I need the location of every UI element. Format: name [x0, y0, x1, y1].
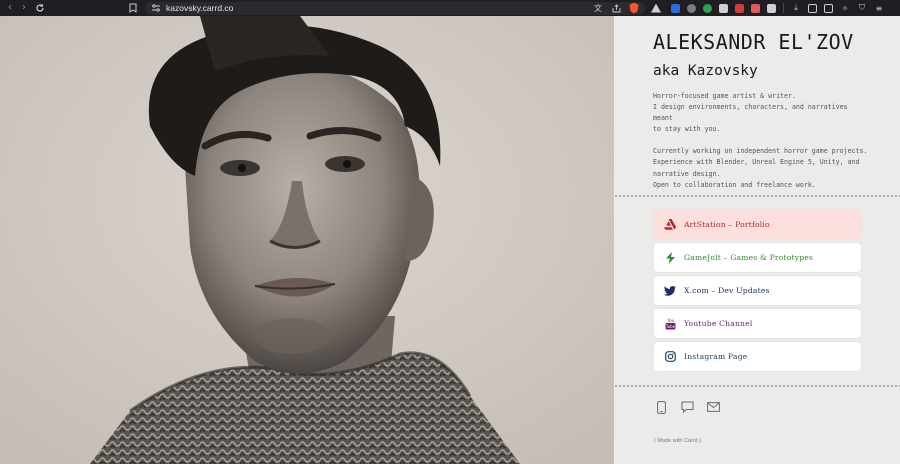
made-with-carrd-link[interactable]: ( Made with Carrd )	[654, 438, 701, 444]
brave-rewards-icon[interactable]	[651, 3, 661, 13]
download-icon[interactable]: ⤓	[791, 3, 801, 13]
link-label: GameJolt – Games & Prototypes	[684, 253, 814, 262]
bookmark-icon[interactable]	[127, 1, 139, 15]
puzzle-extension-icon[interactable]	[719, 3, 728, 13]
x-link-button[interactable]: X.com – Dev Updates	[654, 276, 861, 305]
browser-toolbar: ‹ › kazovsky.carrd.co 文 ⤓ ✧ ⛉ ≡	[0, 0, 900, 16]
link-list: ArtStation – Portfolio GameJolt – Games …	[654, 210, 861, 375]
pdf-extension-icon[interactable]	[751, 3, 760, 13]
gamejolt-link-button[interactable]: GameJolt – Games & Prototypes	[654, 243, 861, 272]
youtube-icon: Tube You	[664, 318, 676, 330]
leo-icon[interactable]: ✧	[840, 3, 850, 13]
vpn-icon[interactable]: ⛉	[857, 3, 867, 13]
link-label: ArtStation – Portfolio	[684, 220, 770, 229]
link-label: X.com – Dev Updates	[684, 286, 770, 295]
work-line: Currently working on independent horror …	[653, 147, 868, 156]
phone-icon[interactable]	[654, 400, 668, 414]
toolbar-divider	[783, 3, 784, 13]
instagram-icon	[664, 351, 676, 363]
profile-photo	[0, 16, 614, 464]
link-label: Instagram Page	[684, 352, 748, 361]
grammar-extension-icon[interactable]	[703, 3, 712, 13]
email-icon[interactable]	[706, 400, 720, 414]
translate-icon[interactable]: 文	[593, 3, 603, 13]
menu-icon[interactable]: ≡	[874, 3, 884, 13]
wallet-icon[interactable]	[824, 3, 833, 13]
bio-line: Horror-focused game artist & writer.	[653, 92, 796, 100]
translate-extension-icon[interactable]	[671, 3, 680, 13]
sidebar-icon[interactable]	[808, 3, 817, 13]
artstation-link-button[interactable]: ArtStation – Portfolio	[654, 210, 861, 239]
contact-icons	[654, 400, 720, 414]
notes-extension-icon[interactable]	[767, 3, 776, 13]
dotted-divider	[614, 385, 900, 387]
work-line: Experience with Blender, Unreal Engine 5…	[653, 158, 860, 167]
link-label: Youtube Channel	[684, 319, 753, 328]
share-icon[interactable]	[611, 3, 621, 13]
bio-line: I design environments, characters, and n…	[653, 103, 848, 123]
dotted-divider	[614, 195, 900, 197]
instagram-link-button[interactable]: Instagram Page	[654, 342, 861, 371]
tune-icon[interactable]	[151, 3, 161, 13]
svg-text:Tube: Tube	[665, 324, 676, 329]
profile-bio: Horror-focused game artist & writer. I d…	[653, 91, 868, 191]
svg-text:You: You	[666, 318, 674, 323]
back-icon[interactable]: ‹	[3, 1, 17, 15]
url-text[interactable]: kazovsky.carrd.co	[166, 3, 233, 13]
profile-alias: aka Kazovsky	[653, 63, 758, 79]
gamejolt-icon	[664, 251, 676, 264]
x-twitter-icon	[664, 285, 676, 297]
forward-icon[interactable]: ›	[17, 1, 31, 15]
youtube-extension-icon[interactable]	[735, 3, 744, 13]
youtube-link-button[interactable]: Tube You Youtube Channel	[654, 309, 861, 338]
brave-shields-icon[interactable]	[629, 2, 639, 14]
message-icon[interactable]	[680, 400, 694, 414]
work-line: narrative design.	[653, 169, 721, 178]
profile-name: ALEKSANDR EL'ZOV	[653, 30, 854, 54]
portrait-image	[0, 16, 614, 464]
artstation-icon	[664, 219, 676, 231]
work-line: Open to collaboration and freelance work…	[653, 180, 816, 189]
bio-line: to stay with you.	[653, 125, 721, 134]
page-content: ALEKSANDR EL'ZOV aka Kazovsky Horror-foc…	[0, 16, 900, 464]
address-bar[interactable]: kazovsky.carrd.co 文	[145, 1, 645, 15]
extension-icon[interactable]	[687, 3, 696, 13]
reload-icon[interactable]	[33, 1, 47, 15]
profile-panel: ALEKSANDR EL'ZOV aka Kazovsky Horror-foc…	[614, 16, 900, 464]
